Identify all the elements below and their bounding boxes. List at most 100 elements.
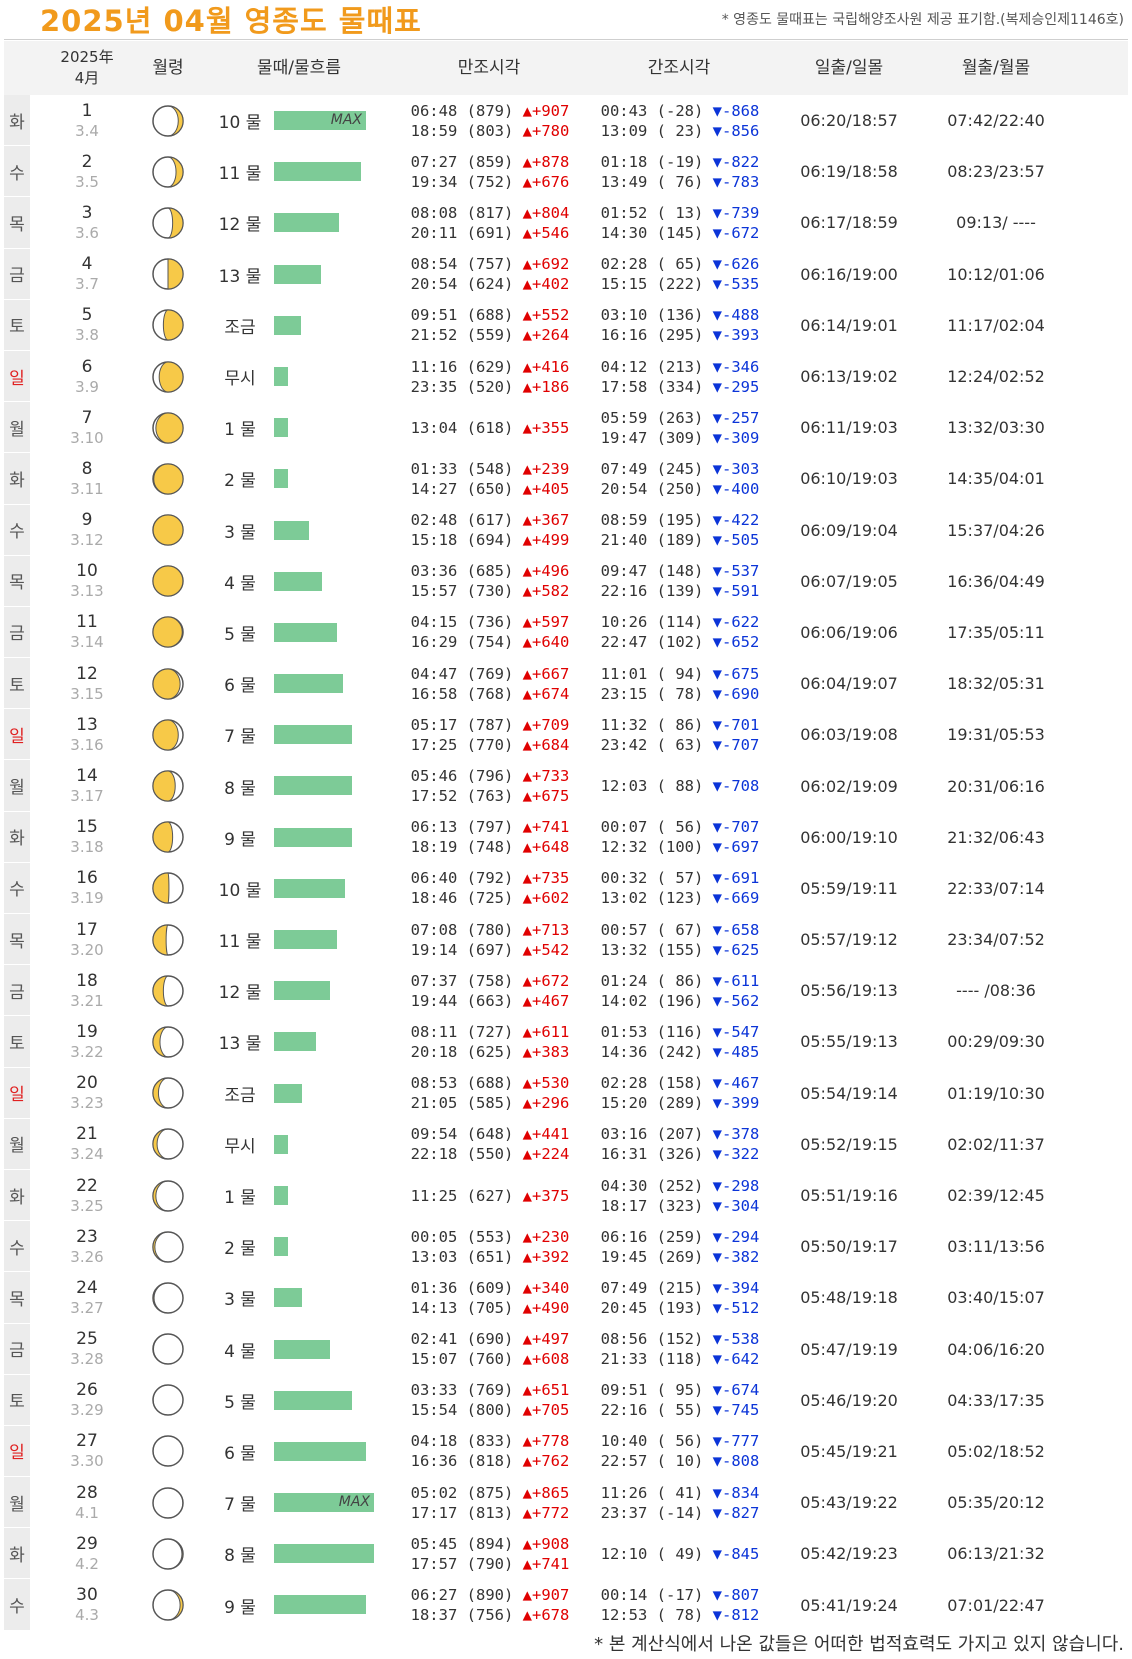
tide-change: +499: [532, 531, 570, 550]
tide-day-label: 5 물: [224, 624, 256, 645]
tide-level: (123): [656, 889, 704, 908]
tide-time: 23:42: [600, 735, 648, 754]
tide-change: -535: [722, 275, 760, 294]
tide-level: (213): [656, 357, 704, 376]
tide-time-line: 21:40 (189) ▼-505: [601, 530, 760, 550]
high-tide-cell: 09:51 (688) ▲+552 21:52 (559) ▲+264: [400, 300, 580, 351]
sunrise-sunset-time: 06:04/19:07: [800, 674, 898, 694]
high-tide-cell: 05:46 (796) ▲+733 17:52 (763) ▲+675: [400, 760, 580, 811]
tide-strength-bar: [274, 1595, 366, 1615]
tide-level: (730): [466, 582, 514, 601]
moon-phase-icon: [152, 360, 184, 393]
moonrise-moonset-time: 18:32/05:31: [947, 674, 1045, 694]
tide-change: +741: [532, 818, 570, 837]
rise-arrow-icon: ▲: [522, 459, 533, 478]
weekday-label: 월: [4, 1477, 30, 1529]
low-tide-cell: 11:32 ( 86) ▼-701 23:42 ( 63) ▼-707: [590, 709, 770, 760]
date-cell: 27 3.30: [60, 1426, 114, 1477]
sunrise-sunset-time: 06:10/19:03: [800, 469, 898, 489]
tide-level: (548): [466, 459, 514, 478]
tide-change: +542: [532, 940, 570, 959]
lunar-date: 3.24: [70, 1145, 104, 1164]
moon-phase-icon: [152, 1589, 184, 1621]
tide-time: 04:47: [410, 664, 458, 683]
tide-change: +878: [532, 152, 570, 171]
tide-day-label: 2 물: [224, 471, 256, 492]
date-cell: 13 3.16: [60, 709, 114, 760]
moon-phase-cell: [150, 1119, 186, 1170]
fall-arrow-icon: ▼: [712, 735, 723, 754]
sunrise-sunset-time: 06:17/18:59: [800, 213, 898, 233]
tide-day-label: 8 물: [224, 778, 256, 799]
high-tide-cell: 07:08 (780) ▲+713 19:14 (697) ▲+542: [400, 914, 580, 965]
weekday-label: 화: [4, 453, 30, 505]
tide-level: (207): [656, 1125, 704, 1144]
tide-change: -626: [722, 255, 760, 274]
fall-arrow-icon: ▼: [712, 326, 723, 345]
tide-time-line: 00:32 ( 57) ▼-691: [601, 868, 760, 888]
low-tide-cell: 00:32 ( 57) ▼-691 13:02 (123) ▼-669: [590, 863, 770, 914]
moon-phase-cell: [150, 1272, 186, 1323]
tide-level: (158): [656, 1074, 704, 1093]
tide-change: -807: [722, 1586, 760, 1605]
solar-day: 28: [76, 1482, 98, 1503]
moon-phase-icon: [152, 821, 184, 853]
low-tide-cell: 07:49 (215) ▼-394 20:45 (193) ▼-512: [590, 1272, 770, 1323]
tide-time-line: 00:07 ( 56) ▼-707: [601, 817, 760, 837]
fall-arrow-icon: ▼: [712, 562, 723, 581]
high-tide-cell: 05:45 (894) ▲+908 17:57 (790) ▲+741: [400, 1528, 580, 1579]
tide-time-line: 05:59 (263) ▼-257: [601, 408, 760, 428]
tide-level: (269): [656, 1247, 704, 1266]
moonrise-moonset-time: 05:02/18:52: [947, 1441, 1045, 1461]
tide-day-label: 7 물: [224, 727, 256, 748]
weekday-label: 토: [4, 1374, 30, 1426]
solar-day: 23: [76, 1226, 98, 1247]
lunar-date: 3.11: [70, 479, 104, 498]
tide-time-line: 12:03 ( 88) ▼-708: [601, 776, 760, 796]
tide-time-line: 20:54 (250) ▼-400: [601, 479, 760, 499]
fall-arrow-icon: ▼: [712, 633, 723, 652]
tide-time: 08:56: [600, 1330, 648, 1349]
tide-time-line: 01:24 ( 86) ▼-611: [601, 971, 760, 991]
tide-time-line: 00:05 (553) ▲+230: [411, 1227, 570, 1247]
lunar-date: 3.17: [70, 787, 104, 806]
tide-time-line: 21:52 (559) ▲+264: [411, 325, 570, 345]
lunar-date: 3.19: [70, 889, 104, 908]
tide-change: +675: [532, 787, 570, 806]
rise-arrow-icon: ▲: [522, 1145, 533, 1164]
tide-time-line: 18:46 (725) ▲+602: [411, 888, 570, 908]
tide-time-line: 00:14 (-17) ▼-807: [601, 1585, 760, 1605]
tide-time-line: 13:49 ( 76) ▼-783: [601, 172, 760, 192]
moonrise-moonset-time: 04:06/16:20: [947, 1339, 1045, 1359]
tide-level: (663): [466, 991, 514, 1010]
tide-time: 07:08: [410, 920, 458, 939]
tide-time: 13:09: [600, 121, 648, 140]
solar-day: 22: [76, 1175, 98, 1196]
fall-arrow-icon: ▼: [712, 511, 723, 530]
tide-time-line: 19:45 (269) ▼-382: [601, 1247, 760, 1267]
low-tide-cell: 11:26 ( 41) ▼-834 23:37 (-14) ▼-827: [590, 1477, 770, 1528]
fall-arrow-icon: ▼: [712, 1401, 723, 1420]
date-cell: 3 3.6: [60, 197, 114, 248]
tide-time: 00:05: [410, 1227, 458, 1246]
moon-phase-icon: [152, 411, 184, 444]
tide-level: (139): [656, 582, 704, 601]
tide-strength-bar: MAX: [274, 111, 366, 130]
date-cell: 17 3.20: [60, 914, 114, 965]
rise-arrow-icon: ▲: [522, 531, 533, 550]
sunrise-sunset-time: 05:42/19:23: [800, 1544, 898, 1564]
tide-time: 04:30: [600, 1176, 648, 1195]
moon-phase-icon: [152, 975, 184, 1007]
high-tide-cell: 05:17 (787) ▲+709 17:25 (770) ▲+684: [400, 709, 580, 760]
tide-level: ( 23): [656, 121, 704, 140]
moon-phase-cell: [150, 197, 186, 248]
tide-time: 03:10: [600, 306, 648, 325]
tide-change: -611: [722, 971, 760, 990]
moon-lit: [152, 565, 184, 597]
tide-strength-bar: [274, 1134, 288, 1154]
tide-level: ( 49): [656, 1544, 704, 1563]
tide-time-line: 13:03 (651) ▲+392: [411, 1247, 570, 1267]
high-tide-cell: 13:04 (618) ▲+355: [400, 402, 580, 453]
tide-strength-bar: [274, 1544, 374, 1564]
fall-arrow-icon: ▼: [712, 223, 723, 242]
